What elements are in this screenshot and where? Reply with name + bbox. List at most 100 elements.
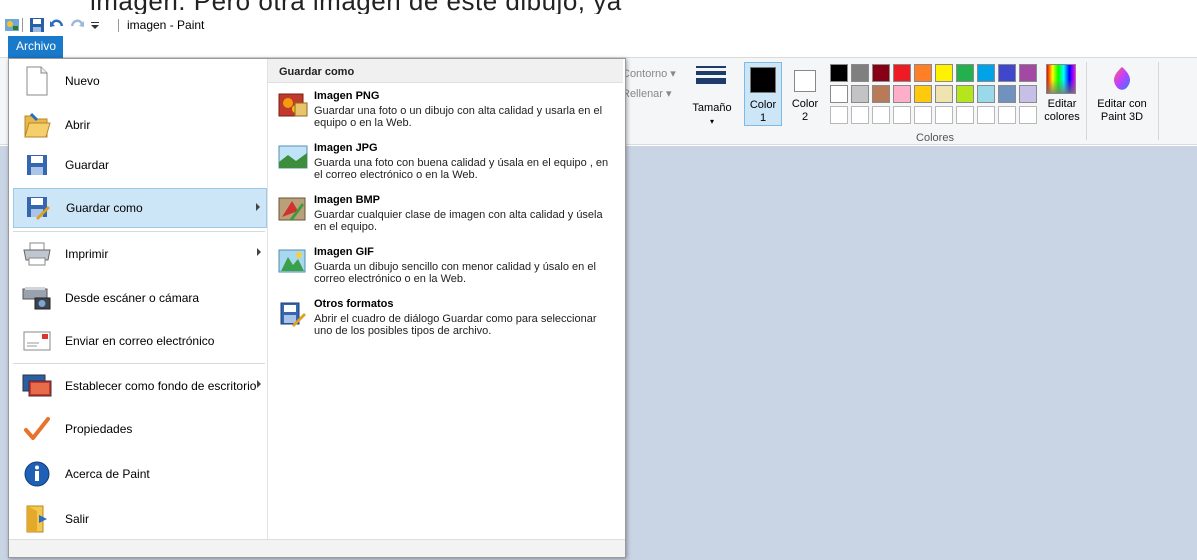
palette-swatch[interactable] (977, 64, 995, 82)
palette-swatch[interactable] (998, 85, 1016, 103)
ribbon-group-separator-2 (1158, 62, 1159, 140)
palette-swatch[interactable] (830, 85, 848, 103)
submenu-arrow-icon (257, 248, 261, 256)
menu-item-enviar-correo[interactable]: Enviar en correo electrónico (13, 321, 267, 361)
menu-item-label: Guardar (65, 158, 110, 172)
menu-item-label: Establecer como fondo de escritorio (65, 379, 257, 393)
palette-swatch[interactable] (872, 85, 890, 103)
window-title: imagen - Paint (127, 18, 205, 32)
editar-paint3d-button[interactable]: Editar con Paint 3D (1090, 62, 1154, 126)
tamano-label: Tamaño (692, 102, 732, 114)
submenu-item-title: Otros formatos (314, 298, 394, 310)
color1-button[interactable]: Color 1 (744, 62, 782, 126)
palette-swatch[interactable] (893, 85, 911, 103)
menu-separator (13, 231, 265, 232)
menu-item-abrir[interactable]: Abrir (13, 105, 267, 145)
menu-item-propiedades[interactable]: Propiedades (13, 409, 267, 449)
palette-swatch[interactable] (1019, 64, 1037, 82)
submenu-item-jpg[interactable]: Imagen JPG Guarda una foto con buena cal… (274, 141, 614, 189)
png-image-icon (278, 93, 308, 119)
customize-qat-icon[interactable] (90, 17, 100, 33)
color2-button[interactable]: Color 2 (786, 62, 824, 126)
paint-app-icon[interactable] (4, 17, 20, 33)
menu-item-guardar-como[interactable]: Guardar como (13, 188, 267, 228)
submenu-item-description: Guardar cualquier clase de imagen con al… (314, 209, 603, 233)
color2-label: Color (791, 98, 819, 110)
archivo-menu: Nuevo Abrir Guardar Guardar como Imprimi… (8, 58, 626, 558)
submenu-item-png[interactable]: Imagen PNG Guardar una foto o un dibujo … (274, 89, 614, 137)
line-size-icon (696, 66, 726, 84)
palette-swatch-empty[interactable] (935, 106, 953, 124)
menu-item-acerca-de[interactable]: Acerca de Paint (13, 454, 267, 494)
menu-item-desde-escaner[interactable]: Desde escáner o cámara (13, 278, 267, 318)
other-formats-icon (278, 301, 308, 327)
title-bar: imagen - Paint (0, 14, 1197, 36)
menu-item-nuevo[interactable]: Nuevo (13, 61, 267, 101)
palette-swatch[interactable] (1019, 85, 1037, 103)
palette-swatch[interactable] (977, 85, 995, 103)
checkmark-icon (21, 413, 53, 445)
palette-swatch[interactable] (998, 64, 1016, 82)
color-palette (830, 64, 1040, 128)
submenu-item-title: Imagen PNG (314, 90, 380, 102)
palette-swatch-empty[interactable] (1019, 106, 1037, 124)
save-icon[interactable] (29, 17, 45, 33)
color1-label: Color (749, 99, 777, 111)
palette-swatch[interactable] (914, 64, 932, 82)
palette-swatch[interactable] (935, 64, 953, 82)
submenu-arrow-icon (256, 203, 260, 211)
info-icon (21, 458, 53, 490)
menu-item-fondo-escritorio[interactable]: Establecer como fondo de escritorio (13, 366, 267, 406)
submenu-item-gif[interactable]: Imagen GIF Guarda un dibujo sencillo con… (274, 245, 614, 293)
scanner-camera-icon (21, 282, 53, 314)
bmp-image-icon (278, 197, 308, 223)
submenu-item-title: Imagen GIF (314, 246, 374, 258)
palette-swatch-empty[interactable] (851, 106, 869, 124)
menu-item-imprimir[interactable]: Imprimir (13, 234, 267, 274)
color2-number: 2 (801, 111, 809, 123)
palette-swatch[interactable] (872, 64, 890, 82)
palette-swatch-empty[interactable] (872, 106, 890, 124)
menu-item-label: Nuevo (65, 74, 100, 88)
palette-swatch-empty[interactable] (977, 106, 995, 124)
tamano-button[interactable]: Tamaño ▾ (690, 62, 734, 126)
save-as-icon (22, 192, 54, 224)
color1-number: 1 (759, 112, 767, 124)
palette-swatch[interactable] (956, 64, 974, 82)
ribbon-tab-strip (0, 36, 1197, 58)
paint3d-icon (1110, 66, 1134, 94)
palette-swatch[interactable] (914, 85, 932, 103)
palette-swatch[interactable] (830, 64, 848, 82)
palette-swatch-empty[interactable] (998, 106, 1016, 124)
palette-swatch[interactable] (893, 64, 911, 82)
submenu-item-title: Imagen JPG (314, 142, 378, 154)
rellenar-dropdown[interactable]: Rellenar ▾ (622, 88, 672, 101)
undo-icon[interactable] (49, 17, 65, 33)
title-separator (118, 17, 119, 33)
menu-item-label: Enviar en correo electrónico (65, 334, 215, 348)
editar-colores-button[interactable]: Editar colores (1040, 62, 1084, 126)
palette-swatch-empty[interactable] (914, 106, 932, 124)
printer-icon (21, 238, 53, 270)
menu-item-guardar[interactable]: Guardar (13, 145, 267, 185)
palette-swatch[interactable] (851, 64, 869, 82)
palette-swatch-empty[interactable] (956, 106, 974, 124)
palette-swatch-empty[interactable] (893, 106, 911, 124)
palette-swatch[interactable] (956, 85, 974, 103)
redo-icon[interactable] (69, 17, 85, 33)
palette-swatch[interactable] (851, 85, 869, 103)
submenu-item-bmp[interactable]: Imagen BMP Guardar cualquier clase de im… (274, 193, 614, 241)
color1-swatch (750, 67, 776, 93)
menu-item-salir[interactable]: Salir (13, 499, 267, 539)
menu-item-label: Imprimir (65, 247, 109, 261)
submenu-item-otros-formatos[interactable]: Otros formatos Abrir el cuadro de diálog… (274, 297, 614, 345)
colores-group-label: Colores (916, 132, 954, 144)
palette-swatch[interactable] (935, 85, 953, 103)
submenu-item-title: Imagen BMP (314, 194, 381, 206)
menu-item-label: Acerca de Paint (65, 467, 150, 481)
palette-swatch-empty[interactable] (830, 106, 848, 124)
tab-archivo[interactable]: Archivo (8, 36, 63, 58)
contorno-dropdown[interactable]: Contorno ▾ (622, 68, 676, 81)
exit-icon (21, 503, 53, 535)
submenu-item-description: Guardar una foto o un dibujo con alta ca… (314, 105, 603, 129)
